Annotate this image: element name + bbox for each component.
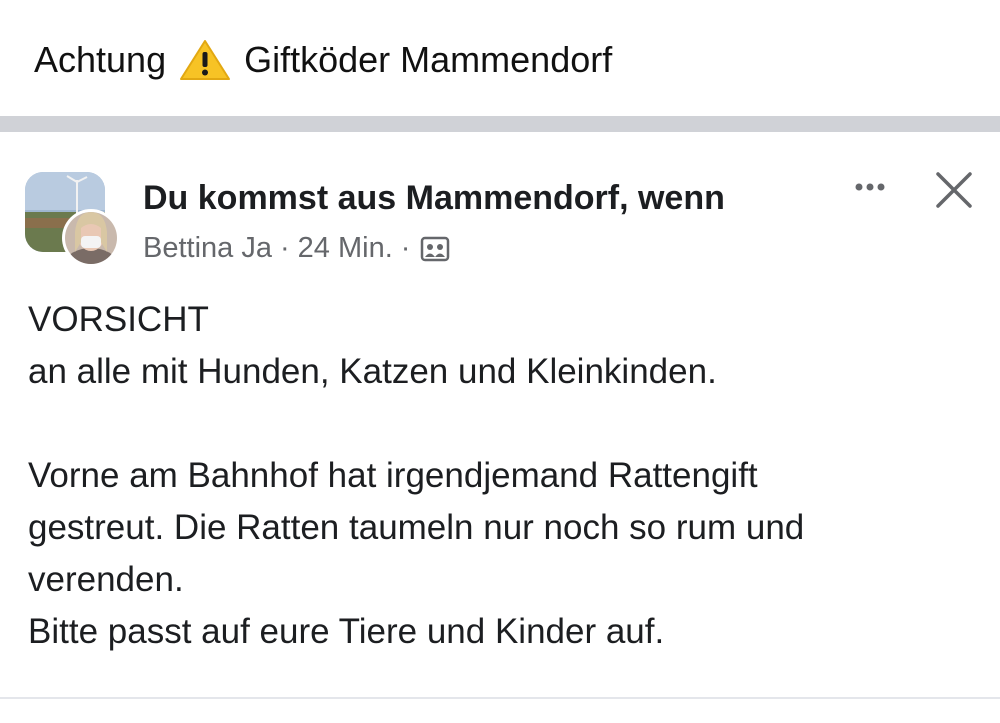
post-body-line: Vorne am Bahnhof hat irgendjemand Ratten… [28,456,758,495]
group-name-link[interactable]: Du kommst aus Mammendorf, wenn [143,177,725,219]
group-avatar[interactable] [25,172,121,268]
post-body-line: verenden. [28,560,184,599]
post-meta: Bettina Ja · 24 Min. · [143,230,450,266]
headline: Achtung Giftköder Mammendorf [34,38,612,82]
author-name[interactable]: Bettina Ja [143,230,272,266]
post-body-line: gestreut. Die Ratten taumeln nur noch so… [28,508,805,547]
post-timestamp[interactable]: 24 Min. [298,230,393,266]
close-icon [936,172,972,208]
bottom-divider [0,697,1000,699]
headline-text-before: Achtung [34,39,167,80]
post-body-line: an alle mit Hunden, Katzen und Kleinkind… [28,352,717,391]
meta-separator: · [400,232,411,264]
more-options-icon [855,183,885,191]
post-card: Du kommst aus Mammendorf, wenn Bettina J… [0,132,1000,697]
post-body: VORSICHT an alle mit Hunden, Katzen und … [28,294,968,658]
meta-separator: · [279,232,290,264]
warning-sign-icon [178,38,232,82]
post-body-line: VORSICHT [28,300,209,339]
post-body-line: Bitte passt auf eure Tiere und Kinder au… [28,612,665,651]
group-members-icon [420,235,450,262]
section-separator [0,116,1000,132]
headline-text-after: Giftköder Mammendorf [244,39,613,80]
close-button[interactable] [930,166,978,214]
more-options-button[interactable] [848,172,892,202]
